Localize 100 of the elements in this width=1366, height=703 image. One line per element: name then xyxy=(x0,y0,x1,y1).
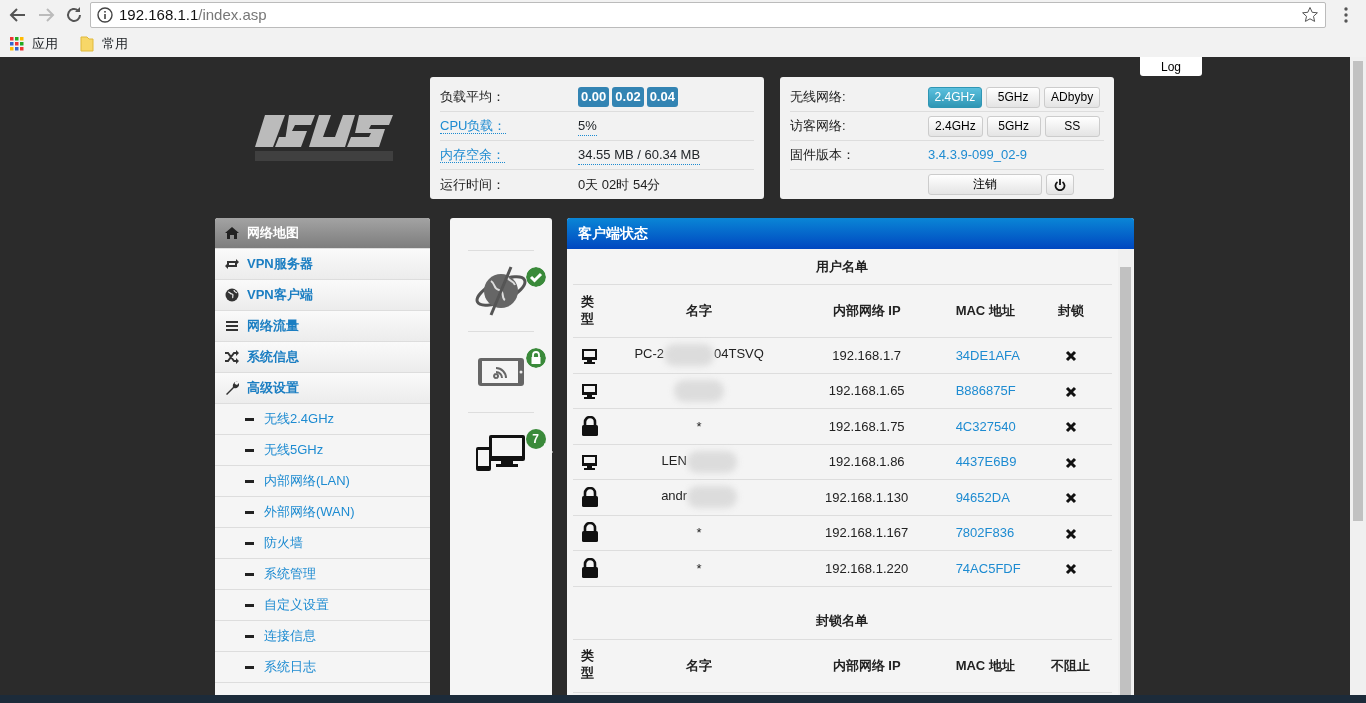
mac-link[interactable]: 74AC5FDF xyxy=(955,560,1021,576)
dash-icon xyxy=(245,448,254,452)
list-title: 用户名单 xyxy=(572,249,1112,285)
column-header: 封锁 xyxy=(1057,303,1084,319)
sidebar-item[interactable]: 高级设置 xyxy=(215,373,430,404)
field-label: 访客网络: xyxy=(790,117,847,136)
shuffle-icon xyxy=(225,350,239,364)
submenu-item[interactable]: 自定义设置 xyxy=(215,590,430,621)
column-header: 类型 xyxy=(580,293,594,328)
submenu-item[interactable]: 系统管理 xyxy=(215,559,430,590)
submenu-item[interactable]: 无线2.4GHz xyxy=(215,404,430,435)
field-label: 无线网络: xyxy=(790,88,847,107)
lock-icon xyxy=(580,486,599,508)
mac-link[interactable]: 4437E6B9 xyxy=(955,454,1017,469)
dash-icon xyxy=(245,665,254,669)
table-cell: LEN xyxy=(661,453,687,469)
apps-icon xyxy=(10,36,24,51)
submenu-item[interactable]: 内部网络(LAN) xyxy=(215,466,430,497)
home-icon xyxy=(225,226,239,240)
submenu-item[interactable]: 防火墙 xyxy=(215,528,430,559)
field-value: 34.55 MB / 60.34 MB xyxy=(578,144,701,166)
sidebar-item[interactable]: 网络地图 xyxy=(215,218,430,249)
tablet-icon[interactable] xyxy=(475,356,526,388)
dash-icon xyxy=(245,479,254,483)
dash-icon xyxy=(245,417,254,421)
lock-icon xyxy=(525,348,546,368)
band-button[interactable]: 5GHz xyxy=(986,86,1041,108)
power-icon xyxy=(1054,178,1066,191)
bookmark[interactable]: 应用 xyxy=(10,33,58,54)
folder-icon xyxy=(80,35,94,52)
close-icon xyxy=(1064,563,1077,575)
firmware-link[interactable]: 3.4.3.9-099_02-9 xyxy=(928,145,1028,165)
scrollbar[interactable] xyxy=(1118,249,1133,695)
band-button[interactable]: 2.4GHz xyxy=(927,86,983,108)
star-icon[interactable] xyxy=(1301,6,1319,24)
field-label: 负载平均： xyxy=(440,88,506,107)
sidebar-item[interactable]: 系统信息 xyxy=(215,342,430,373)
load-value: 0.00 xyxy=(578,87,610,107)
count-badge: 7 xyxy=(525,429,546,449)
address-bar[interactable]: 192.168.1.1/index.asp xyxy=(90,2,1326,28)
mac-link[interactable]: 7802F836 xyxy=(955,525,1015,540)
redaction-blur xyxy=(687,486,738,509)
devices-icon[interactable] xyxy=(474,433,527,473)
close-icon xyxy=(1064,421,1077,433)
table-cell: 192.168.1.75 xyxy=(828,418,905,434)
dash-icon xyxy=(245,603,254,607)
wrench-icon xyxy=(225,381,239,395)
field-link[interactable]: CPU负载： xyxy=(440,118,507,135)
sidebar-item[interactable]: VPN服务器 xyxy=(215,249,430,280)
panel-header: 客户端状态 xyxy=(566,218,1134,249)
lock-icon xyxy=(580,557,599,579)
table-cell: 192.168.1.65 xyxy=(828,383,905,398)
table-cell: PC-2 xyxy=(634,346,664,362)
band-button[interactable]: ADbyby xyxy=(1044,86,1100,108)
list-icon xyxy=(225,319,239,333)
monitor-icon xyxy=(580,454,598,472)
lock-icon xyxy=(580,415,599,437)
table-cell: 192.168.1.220 xyxy=(825,560,909,576)
bookmark[interactable]: 常用 xyxy=(80,33,128,54)
column-header: 名字 xyxy=(686,303,713,319)
submenu-item[interactable]: 外部网络(WAN) xyxy=(215,497,430,528)
field-link[interactable]: 内存空余： xyxy=(440,147,505,164)
band-button[interactable]: 5GHz xyxy=(986,115,1041,137)
log-button[interactable]: Log xyxy=(1140,57,1202,76)
column-header: 类型 xyxy=(580,648,594,683)
logout-button[interactable]: 注销 xyxy=(928,174,1042,195)
band-button[interactable]: 2.4GHz xyxy=(928,115,983,137)
table-cell: 192.168.1.7 xyxy=(832,347,901,363)
table-cell: 04TSVQ xyxy=(714,346,764,362)
table-cell: * xyxy=(696,560,702,576)
lock-icon xyxy=(580,522,599,544)
mac-link[interactable]: 94652DA xyxy=(955,489,1010,505)
mac-link[interactable]: 4C327540 xyxy=(955,418,1016,434)
check-icon xyxy=(525,267,546,287)
dash-icon xyxy=(245,541,254,545)
table-cell: 192.168.1.86 xyxy=(828,454,905,469)
close-icon xyxy=(1064,350,1077,362)
table-cell: * xyxy=(696,418,702,434)
band-button[interactable]: SS xyxy=(1044,115,1100,137)
redaction-blur xyxy=(686,450,737,473)
table-cell: 192.168.1.167 xyxy=(825,525,909,540)
column-header: 内部网络 IP xyxy=(832,303,901,319)
swap-icon xyxy=(225,257,239,271)
field-label: 运行时间： xyxy=(440,176,505,192)
close-icon xyxy=(1064,456,1077,469)
mac-link[interactable]: B886875F xyxy=(955,383,1016,398)
mac-link[interactable]: 34DE1AFA xyxy=(955,347,1020,363)
dash-icon xyxy=(245,510,254,514)
field-value: 5% xyxy=(578,115,597,137)
table-cell: * xyxy=(696,525,702,540)
table-cell: andr xyxy=(661,488,688,504)
dash-icon xyxy=(245,572,254,576)
submenu-item[interactable]: 连接信息 xyxy=(215,621,430,652)
submenu-item[interactable]: 无线5GHz xyxy=(215,435,430,466)
submenu-item[interactable]: 系统日志 xyxy=(215,652,430,683)
sidebar-item[interactable]: VPN客户端 xyxy=(215,280,430,311)
scrollbar[interactable] xyxy=(1350,57,1366,695)
sidebar-item[interactable]: 网络流量 xyxy=(215,311,430,342)
monitor-icon xyxy=(580,383,598,401)
power-button[interactable] xyxy=(1046,174,1074,195)
